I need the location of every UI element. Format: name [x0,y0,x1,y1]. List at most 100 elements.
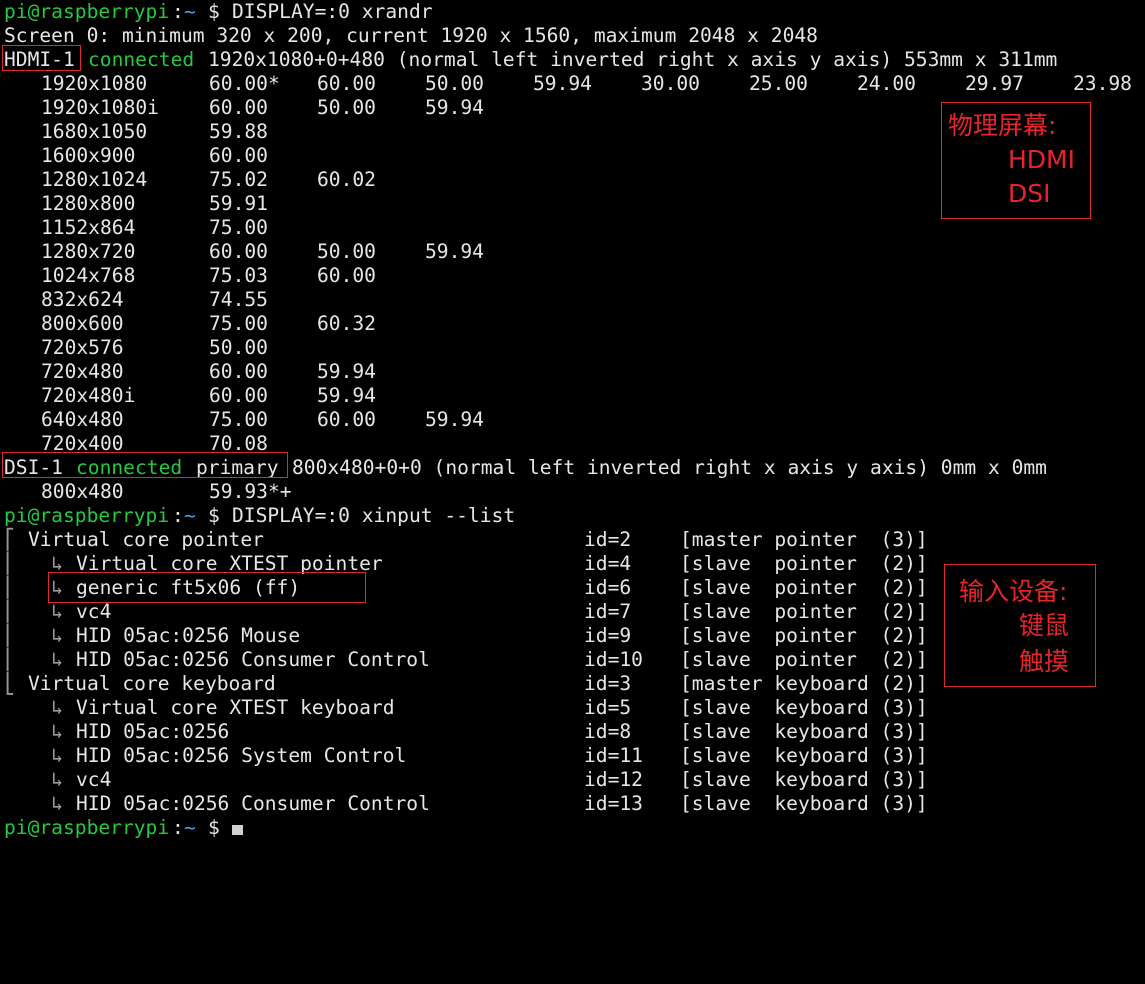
mode-resolution: 1920x1080 [41,72,148,95]
mode-refresh-rate: 59.91 [209,192,268,215]
prompt-separator: : [172,0,184,23]
mode-refresh-rate: 50.00 [317,96,376,119]
device-name: vc4 [76,768,112,791]
mode-resolution: 1280x720 [41,240,136,263]
screen-info: Screen 0: minimum 320 x 200, current 192… [4,24,818,47]
mode-refresh-rate: 50.00 [425,72,484,95]
mode-refresh-rate: 60.00 [209,240,268,263]
mode-resolution: 720x480 [41,360,124,383]
mode-refresh-rate: 75.02 [209,168,268,191]
device-id: id=3 [584,672,632,695]
mode-refresh-rate: 59.94 [317,384,376,407]
touch-device-highlight-box [48,572,366,603]
mode-resolution: 1680x1050 [41,120,148,143]
device-name: Virtual core pointer [28,528,264,551]
prompt-line-xinput: pi@raspberrypi : ~ $ DISPLAY=:0 xinput -… [4,504,515,528]
device-role: [slave pointer (2)] [680,576,928,599]
input-annotation-item-keyboard-mouse: 键鼠 [1019,611,1070,640]
prompt-line-current[interactable]: pi@raspberrypi : ~ $ [4,816,243,840]
device-role: [slave pointer (2)] [680,552,928,575]
mode-resolution: 720x576 [41,336,124,359]
device-id: id=6 [584,576,632,599]
xinput-device-row: ↳ HID 05ac:0256 id=8 [slave keyboard (3)] [4,720,928,744]
device-name: Virtual core keyboard [28,672,276,695]
device-role: [slave keyboard (3)] [680,696,928,719]
hdmi-mode-list: 1920x1080 60.00* 60.00 50.00 59.94 30.00 25.00… [4,72,1132,456]
tree-connector: ↳ [4,720,75,743]
text-cursor [232,825,243,835]
mode-refresh-rate: 60.02 [317,168,376,191]
mode-row: 1920x1080i 60.00 50.00 59.94 [4,96,484,120]
screen-annotation-item-hdmi: HDMI [1008,145,1075,174]
screen-annotation-item-dsi: DSI [1008,179,1051,208]
device-role: [slave pointer (2)] [680,624,928,647]
mode-refresh-rate: 60.00 [209,384,268,407]
prompt-user-host: pi@raspberrypi [4,0,170,23]
mode-refresh-rate: 50.00 [317,240,376,263]
mode-resolution: 640x480 [41,408,124,431]
mode-row: 1680x1050 59.88 [4,120,268,144]
dsi-mode-list: 800x480 59.93*+ [4,480,292,504]
xinput-device-row: ↳ HID 05ac:0256 System Control id=11 [slav… [4,744,928,768]
device-name: vc4 [76,600,112,623]
mode-refresh-rate: 60.00* [209,72,280,95]
mode-row: 720x576 50.00 [4,336,268,360]
mode-refresh-rate: 59.94 [533,72,592,95]
xinput-device-list: ⎡ Virtual core pointer id=2 [master pointe… [4,528,928,816]
prompt-symbol: $ [208,816,220,839]
mode-resolution: 1600x900 [41,144,136,167]
mode-resolution: 1152x864 [41,216,136,239]
device-role: [master pointer (3)] [680,528,928,551]
device-name: Virtual core XTEST keyboard [76,696,395,719]
mode-resolution: 720x480i [41,384,136,407]
mode-row: 1280x720 60.00 50.00 59.94 [4,240,484,264]
tree-connector: ⎜ ↳ [4,600,75,623]
prompt-path: ~ [184,504,196,527]
device-role: [slave keyboard (3)] [680,792,928,815]
prompt-path: ~ [184,0,196,23]
mode-refresh-rate: 60.00 [209,96,268,119]
mode-refresh-rate: 74.55 [209,288,268,311]
device-id: id=2 [584,528,632,551]
dsi-geometry: 800x480+0+0 (normal left inverted right … [292,456,1047,479]
input-annotation: 输入设备: 键鼠 触摸 [944,564,1096,687]
xinput-device-row: ⎜ ↳ HID 05ac:0256 Mouse id=9 [slave pointe… [4,624,928,648]
tree-connector: ↳ [4,696,75,719]
prompt-user-host: pi@raspberrypi [4,816,170,839]
device-id: id=5 [584,696,632,719]
tree-connector: ↳ [4,768,75,791]
tree-connector: ⎣ [4,672,28,695]
mode-resolution: 1280x800 [41,192,136,215]
command-xrandr: DISPLAY=:0 xrandr [232,0,433,23]
mode-row: 720x480i 60.00 59.94 [4,384,376,408]
mode-resolution: 800x600 [41,312,124,335]
mode-refresh-rate: 59.94 [425,96,484,119]
prompt-symbol: $ [208,504,220,527]
tree-connector: ⎜ ↳ [4,624,75,647]
mode-refresh-rate: 60.00 [209,360,268,383]
prompt-separator: : [172,816,184,839]
terminal-output[interactable]: pi@raspberrypi : ~ $ DISPLAY=:0 xrandr S… [4,0,1132,840]
mode-refresh-rate: 59.93*+ [209,480,292,503]
hdmi-geometry: 1920x1080+0+480 (normal left inverted ri… [208,48,1058,71]
mode-row: 720x480 60.00 59.94 [4,360,376,384]
device-id: id=11 [584,744,643,767]
mode-row: 800x480 59.93*+ [4,480,292,504]
device-id: id=12 [584,768,643,791]
mode-resolution: 1280x1024 [41,168,148,191]
screen-annotation-title: 物理屏幕: [948,111,1057,140]
mode-row: 1152x864 75.00 [4,216,268,240]
xinput-device-row: ⎜ ↳ HID 05ac:0256 Consumer Control id=10 [… [4,648,928,672]
mode-row: 800x600 75.00 60.32 [4,312,376,336]
mode-refresh-rate: 75.00 [209,408,268,431]
mode-refresh-rate: 59.94 [425,240,484,263]
prompt-separator: : [172,504,184,527]
input-annotation-title: 输入设备: [959,577,1068,606]
hdmi-status: connected [88,48,195,71]
mode-refresh-rate: 24.00 [857,72,916,95]
xinput-device-row: ⎜ ↳ generic ft5x06 (ff) id=6 [slave pointe… [4,576,928,600]
mode-row: 1280x800 59.91 [4,192,268,216]
device-id: id=9 [584,624,632,647]
tree-connector: ↳ [4,744,75,767]
xinput-device-row: ↳ vc4 id=12 [slave keyboard (3)] [4,768,928,792]
